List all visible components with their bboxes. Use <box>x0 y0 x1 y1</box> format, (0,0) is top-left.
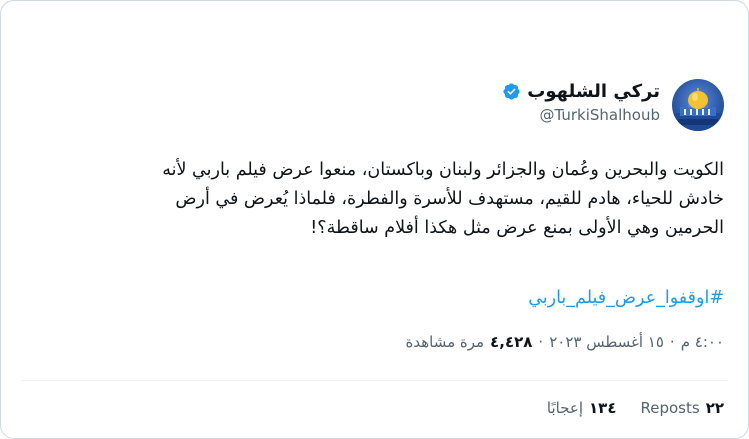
reposts-stat[interactable]: ٢٢ Reposts <box>641 399 725 417</box>
reposts-label: Reposts <box>640 399 700 417</box>
al-aqsa-dome-avatar-icon <box>672 88 724 131</box>
likes-count: ١٣٤ <box>589 399 617 417</box>
author-name-row: تركي الشلهوب <box>502 81 660 102</box>
author-avatar[interactable] <box>672 79 724 131</box>
tweet-text: الكويت والبحرين وعُمان والجزائر ولبنان و… <box>24 156 724 243</box>
tweet-text-line: الحرمين وهي الأولى بمنع عرض مثل هكذا أفل… <box>310 218 724 238</box>
likes-stat[interactable]: ١٣٤ إعجابًا <box>547 399 617 417</box>
tweet-card: تركي الشلهوب @TurkiShalhoub الكويت والبح… <box>0 0 749 439</box>
author-handle[interactable]: @TurkiShalhoub <box>502 106 660 124</box>
meta-separator: · <box>538 333 544 351</box>
divider <box>21 380 728 381</box>
meta-separator: · <box>669 333 675 351</box>
verified-badge-icon <box>502 82 521 101</box>
tweet-meta: ٤:٠٠ م · ١٥ أغسطس ٢٠٢٣ · ٤,٤٢٨ مرة مشاهد… <box>406 333 724 351</box>
likes-label: إعجابًا <box>546 399 584 417</box>
tweet-time[interactable]: ٤:٠٠ م <box>681 333 724 351</box>
views-count: ٤,٤٢٨ <box>490 333 533 351</box>
tweet-text-line: الكويت والبحرين وعُمان والجزائر ولبنان و… <box>162 160 724 180</box>
tweet-text-line: خادش للحياء، هادم للقيم، مستهدف للأسرة و… <box>175 189 724 209</box>
tweet-header: تركي الشلهوب @TurkiShalhoub <box>464 73 724 133</box>
author-info: تركي الشلهوب @TurkiShalhoub <box>502 81 660 124</box>
views-label: مرة مشاهدة <box>405 333 485 351</box>
reposts-count: ٢٢ <box>705 399 724 417</box>
author-display-name[interactable]: تركي الشلهوب <box>527 81 660 102</box>
engagement-stats: ٢٢ Reposts ١٣٤ إعجابًا <box>547 399 724 417</box>
tweet-date[interactable]: ١٥ أغسطس ٢٠٢٣ <box>549 333 664 351</box>
hashtag-link[interactable]: #اوقفوا_عرض_فيلم_باربي <box>528 288 724 308</box>
